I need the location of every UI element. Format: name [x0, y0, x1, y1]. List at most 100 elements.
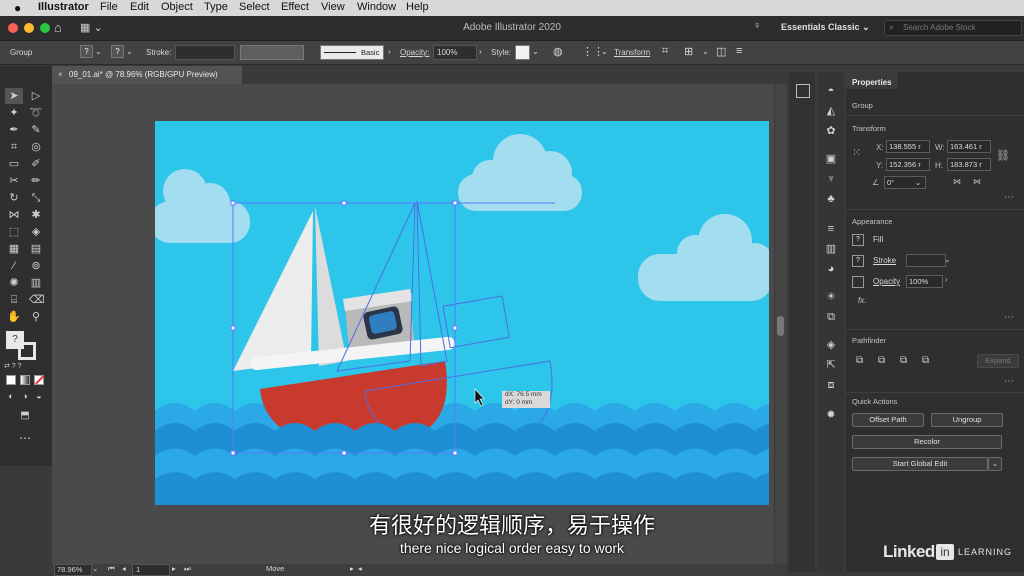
fill-swatch[interactable]: ?: [80, 45, 93, 58]
color-themes-panel-icon[interactable]: ✿: [824, 124, 838, 138]
zoom-level-field[interactable]: 78.96%: [54, 564, 92, 576]
rectangle-tool-icon[interactable]: ▭: [7, 157, 21, 171]
graphic-styles-panel-icon[interactable]: ⧉: [824, 310, 838, 324]
pathfinder-minus-front-icon[interactable]: ⧉: [878, 355, 885, 366]
start-global-edit-button[interactable]: Start Global Edit: [852, 457, 988, 471]
width-field[interactable]: 163.461 r: [947, 140, 991, 153]
stroke-panel-icon[interactable]: ≡: [824, 222, 838, 236]
close-tab-icon[interactable]: ×: [58, 70, 63, 79]
reference-point-icon[interactable]: ⁙: [852, 146, 866, 160]
eyedropper-tool-icon[interactable]: ⁄: [7, 259, 21, 273]
brushes-panel-icon[interactable]: ♆: [824, 172, 838, 186]
vertical-scrollbar[interactable]: [775, 84, 787, 564]
none-mode-icon[interactable]: [34, 375, 44, 385]
gradient-mode-icon[interactable]: [20, 375, 30, 385]
stroke-swatch[interactable]: ?: [852, 255, 864, 267]
color-mode-icon[interactable]: [6, 375, 16, 385]
chevron-down-icon[interactable]: ⌄: [126, 47, 133, 56]
lasso-tool-icon[interactable]: ➰: [29, 106, 43, 120]
zoom-tool-icon[interactable]: ⚲: [29, 310, 43, 324]
isolate-group-icon[interactable]: ⌗: [662, 45, 668, 58]
stroke-weight-field[interactable]: [175, 45, 235, 60]
draw-behind-icon[interactable]: ◒: [32, 389, 46, 403]
artboard[interactable]: [155, 121, 769, 505]
hand-tool-icon[interactable]: ✋: [7, 310, 21, 324]
apple-icon[interactable]: ●: [14, 1, 21, 15]
chevron-right-icon[interactable]: ›: [945, 275, 948, 284]
opacity-field[interactable]: 100%: [433, 45, 477, 60]
pen-tool-icon[interactable]: ✒: [7, 123, 21, 137]
recolor-artwork-icon[interactable]: ◍: [553, 45, 563, 58]
puppet-warp-tool-icon[interactable]: ✱: [29, 208, 43, 222]
first-artboard-icon[interactable]: ⏮: [108, 564, 115, 574]
chevron-right-icon[interactable]: ›: [388, 47, 391, 56]
chevron-down-icon[interactable]: ⌄: [702, 47, 709, 56]
gradient-tool-icon[interactable]: ▤: [29, 242, 43, 256]
slice-tool-icon[interactable]: ⌸: [7, 293, 21, 307]
y-position-field[interactable]: 152.356 r: [886, 158, 930, 171]
opacity-label[interactable]: Opacity:: [400, 48, 429, 57]
transparency-panel-icon[interactable]: ◕: [824, 262, 838, 276]
scale-tool-icon[interactable]: ⤡: [29, 191, 43, 205]
libraries-panel-icon[interactable]: ▣: [824, 152, 838, 166]
export-panel-icon[interactable]: ⇱: [824, 358, 838, 372]
menu-window[interactable]: Window: [357, 1, 396, 13]
rotate-angle-field[interactable]: 0° ⌄: [884, 176, 926, 189]
opacity-field[interactable]: 100%: [906, 275, 943, 288]
docked-panel-icon[interactable]: [796, 84, 810, 98]
recolor-button[interactable]: Recolor: [852, 435, 1002, 449]
artboards-panel-icon[interactable]: ⧈: [824, 378, 838, 392]
fill-swatch[interactable]: ?: [852, 234, 864, 246]
flip-vertical-icon[interactable]: ⋈: [973, 177, 981, 186]
pathfinder-intersect-icon[interactable]: ⧉: [900, 355, 907, 366]
scroll-thumb[interactable]: [777, 316, 784, 336]
appearance-panel-icon[interactable]: ☀: [824, 290, 838, 304]
more-appearance-options-icon[interactable]: ⋯: [1004, 312, 1014, 323]
lightbulb-icon[interactable]: ♀: [753, 20, 761, 32]
ungroup-button[interactable]: Ungroup: [931, 413, 1003, 427]
chevron-down-icon[interactable]: ⌄: [944, 255, 951, 264]
symbol-sprayer-tool-icon[interactable]: ✺: [7, 276, 21, 290]
swap-fill-stroke-icon[interactable]: ⇄ ? ?: [4, 362, 22, 370]
next-artboard-icon[interactable]: ▸: [172, 564, 176, 573]
column-graph-tool-icon[interactable]: ▥: [29, 276, 43, 290]
cloud-top[interactable]: [458, 134, 582, 211]
artwork-canvas[interactable]: [155, 121, 769, 505]
properties-tab[interactable]: Properties: [852, 78, 892, 87]
chevron-down-icon[interactable]: ⌄: [95, 47, 102, 56]
workspace-switcher[interactable]: Essentials Classic ⌄: [781, 22, 870, 33]
scroll-left-icon[interactable]: ◂: [358, 564, 362, 573]
shape-builder-tool-icon[interactable]: ◈: [29, 225, 43, 239]
chevron-down-icon[interactable]: ⌄: [532, 47, 539, 56]
fx-button[interactable]: fx.: [858, 296, 866, 305]
stroke-weight-field[interactable]: [906, 254, 946, 267]
last-artboard-icon[interactable]: ⏭: [184, 564, 191, 574]
shaper-tool-icon[interactable]: ✂: [7, 174, 21, 188]
boat-group[interactable]: [233, 206, 455, 437]
graphic-style-swatch[interactable]: [515, 45, 530, 60]
magic-wand-tool-icon[interactable]: ✦: [7, 106, 21, 120]
pathfinder-unite-icon[interactable]: ⧉: [856, 355, 863, 366]
constrain-proportions-icon[interactable]: ⛓: [996, 149, 1010, 162]
menu-edit[interactable]: Edit: [130, 1, 149, 13]
settings-panel-icon[interactable]: ✹: [824, 408, 838, 422]
width-tool-icon[interactable]: ⋈: [7, 208, 21, 222]
symbols-panel-icon[interactable]: ♣: [824, 192, 838, 206]
perspective-grid-tool-icon[interactable]: ▦: [7, 242, 21, 256]
color-panel-icon[interactable]: ◓: [824, 84, 838, 98]
paintbrush-tool-icon[interactable]: ✐: [29, 157, 43, 171]
expand-button[interactable]: Expand: [977, 354, 1019, 368]
artboard-tool-icon[interactable]: ⌗: [7, 140, 21, 154]
height-field[interactable]: 183.873 r: [947, 158, 991, 171]
select-similar-icon[interactable]: ⊞: [684, 45, 693, 58]
menu-help[interactable]: Help: [406, 1, 429, 13]
variable-width-profile[interactable]: [240, 45, 304, 60]
chevron-down-icon[interactable]: ⌄: [92, 564, 98, 573]
spiral-tool-icon[interactable]: ◎: [29, 140, 43, 154]
menu-app-name[interactable]: Illustrator: [38, 1, 89, 13]
eraser-tool-icon[interactable]: ⌫: [29, 293, 45, 307]
stroke-swatch[interactable]: ?: [111, 45, 124, 58]
blend-tool-icon[interactable]: ⊚: [29, 259, 43, 273]
menu-select[interactable]: Select: [239, 1, 270, 13]
more-pathfinder-options-icon[interactable]: ⋯: [1004, 376, 1014, 387]
